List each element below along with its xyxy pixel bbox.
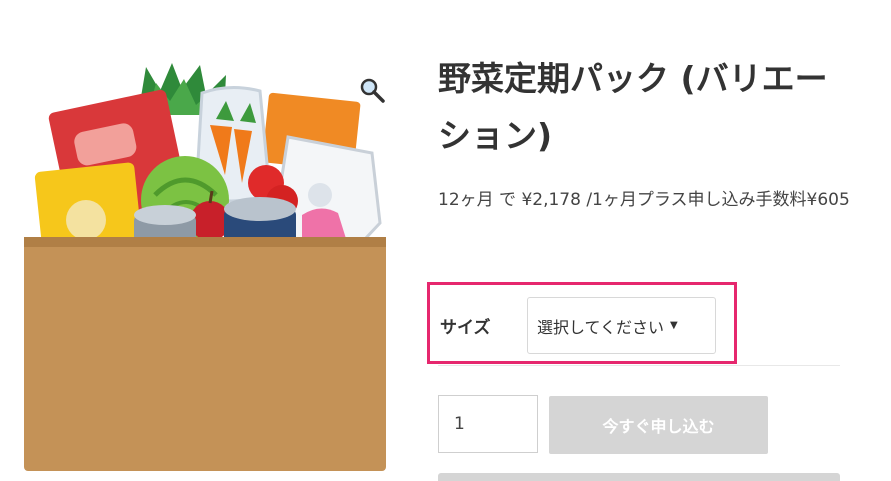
product-title: 野菜定期パック (バリエーション) bbox=[438, 59, 828, 155]
size-select-value: 選択してください bbox=[537, 317, 665, 337]
subscribe-now-label: 今すぐ申し込む bbox=[602, 417, 715, 436]
product-image[interactable] bbox=[20, 55, 400, 475]
size-label: サイズ bbox=[440, 318, 491, 338]
magnifier-icon[interactable] bbox=[358, 76, 386, 104]
caret-down-icon: ▼ bbox=[670, 320, 678, 331]
subscribe-now-button[interactable]: 今すぐ申し込む bbox=[549, 396, 768, 454]
quantity-value: 1 bbox=[454, 414, 465, 434]
quantity-input[interactable]: 1 bbox=[438, 395, 538, 453]
price-text: 12ヶ月 で ¥2,178 /1ヶ月プラス申し込み手数料¥605 bbox=[438, 190, 850, 210]
size-select[interactable]: 選択してください ▼ bbox=[527, 297, 716, 354]
divider bbox=[438, 365, 840, 366]
secondary-button-partial[interactable] bbox=[438, 473, 840, 481]
